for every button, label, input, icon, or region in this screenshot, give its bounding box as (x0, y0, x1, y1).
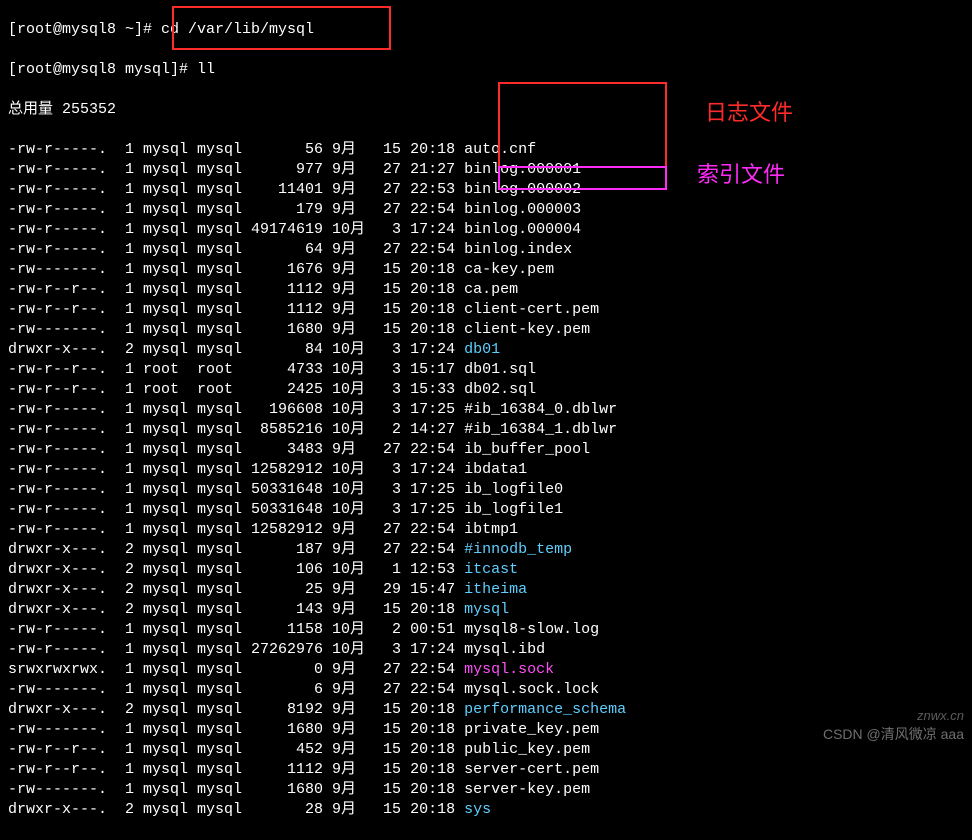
file-name: ca.pem (464, 281, 518, 298)
file-row: -rw-r-----. 1 mysql mysql 49174619 10月 3… (8, 220, 964, 240)
file-name: itcast (464, 561, 518, 578)
file-name: db01.sql (464, 361, 536, 378)
file-row: -rw-r-----. 1 mysql mysql 50331648 10月 3… (8, 500, 964, 520)
file-row: -rw-------. 1 mysql mysql 1680 9月 15 20:… (8, 720, 964, 740)
file-name: #innodb_temp (464, 541, 572, 558)
file-row: drwxr-x---. 2 mysql mysql 28 9月 15 20:18… (8, 800, 964, 820)
file-name: itheima (464, 581, 527, 598)
file-name: sys (464, 801, 491, 818)
file-row: -rw-r-----. 1 mysql mysql 50331648 10月 3… (8, 480, 964, 500)
file-name: ca-key.pem (464, 261, 554, 278)
file-name: mysql.sock.lock (464, 681, 599, 698)
file-name: db02.sql (464, 381, 536, 398)
file-row: drwxr-x---. 2 mysql mysql 84 10月 3 17:24… (8, 340, 964, 360)
file-row: -rw-------. 1 mysql mysql 1680 9月 15 20:… (8, 780, 964, 800)
file-row: -rw-r-----. 1 mysql mysql 977 9月 27 21:2… (8, 160, 964, 180)
file-row: -rw-r--r--. 1 mysql mysql 452 9月 15 20:1… (8, 740, 964, 760)
file-name: #ib_16384_1.dblwr (464, 421, 617, 438)
file-row: drwxr-x---. 2 mysql mysql 25 9月 29 15:47… (8, 580, 964, 600)
file-row: -rw-r-----. 1 mysql mysql 56 9月 15 20:18… (8, 140, 964, 160)
file-name: mysql.sock (464, 661, 554, 678)
prompt-line: [root@mysql8 ~]# cd /var/lib/mysql (8, 20, 964, 40)
file-name: ib_logfile0 (464, 481, 563, 498)
watermark-csdn: CSDN @清风微凉 aaa (823, 724, 964, 744)
file-name: binlog.000001 (464, 161, 581, 178)
file-name: auto.cnf (464, 141, 536, 158)
file-name: db01 (464, 341, 500, 358)
file-name: mysql (464, 601, 509, 618)
file-name: ibdata1 (464, 461, 527, 478)
file-name: server-key.pem (464, 781, 590, 798)
file-row: -rw-------. 1 mysql mysql 1676 9月 15 20:… (8, 260, 964, 280)
file-row: -rw-r-----. 1 mysql mysql 11401 9月 27 22… (8, 180, 964, 200)
file-row: -rw-------. 1 mysql mysql 6 9月 27 22:54 … (8, 680, 964, 700)
file-name: binlog.000004 (464, 221, 581, 238)
terminal-output[interactable]: [root@mysql8 ~]# cd /var/lib/mysql [root… (0, 0, 972, 840)
file-row: -rw-r--r--. 1 root root 4733 10月 3 15:17… (8, 360, 964, 380)
file-name: client-key.pem (464, 321, 590, 338)
file-name: ib_buffer_pool (464, 441, 590, 458)
file-name: #ib_16384_0.dblwr (464, 401, 617, 418)
prompt-line: [root@mysql8 mysql]# ll (8, 60, 964, 80)
file-row: -rw-r-----. 1 mysql mysql 3483 9月 27 22:… (8, 440, 964, 460)
file-name: server-cert.pem (464, 761, 599, 778)
file-row: -rw-r-----. 1 mysql mysql 27262976 10月 3… (8, 640, 964, 660)
file-row: -rw-------. 1 mysql mysql 1680 9月 15 20:… (8, 320, 964, 340)
file-name: client-cert.pem (464, 301, 599, 318)
file-row: -rw-r-----. 1 mysql mysql 64 9月 27 22:54… (8, 240, 964, 260)
file-row: -rw-r--r--. 1 mysql mysql 1112 9月 15 20:… (8, 760, 964, 780)
file-row: -rw-r-----. 1 mysql mysql 12582912 10月 3… (8, 460, 964, 480)
watermark-site: znwx.cn (917, 706, 964, 726)
total-line: 总用量 255352 (8, 100, 964, 120)
file-row: -rw-r--r--. 1 mysql mysql 1112 9月 15 20:… (8, 300, 964, 320)
file-name: mysql8-slow.log (464, 621, 599, 638)
file-name: binlog.index (464, 241, 572, 258)
file-row: -rw-r-----. 1 mysql mysql 196608 10月 3 1… (8, 400, 964, 420)
file-name: mysql.ibd (464, 641, 545, 658)
file-name: binlog.000003 (464, 201, 581, 218)
file-row: -rw-r-----. 1 mysql mysql 179 9月 27 22:5… (8, 200, 964, 220)
file-row: drwxr-x---. 2 mysql mysql 106 10月 1 12:5… (8, 560, 964, 580)
file-row: -rw-r-----. 1 mysql mysql 8585216 10月 2 … (8, 420, 964, 440)
file-row: srwxrwxrwx. 1 mysql mysql 0 9月 27 22:54 … (8, 660, 964, 680)
file-name: ib_logfile1 (464, 501, 563, 518)
file-row: -rw-r--r--. 1 root root 2425 10月 3 15:33… (8, 380, 964, 400)
file-row: -rw-r-----. 1 mysql mysql 1158 10月 2 00:… (8, 620, 964, 640)
file-name: binlog.000002 (464, 181, 581, 198)
file-row: -rw-r--r--. 1 mysql mysql 1112 9月 15 20:… (8, 280, 964, 300)
file-row: drwxr-x---. 2 mysql mysql 187 9月 27 22:5… (8, 540, 964, 560)
file-row: -rw-r-----. 1 mysql mysql 12582912 9月 27… (8, 520, 964, 540)
file-name: performance_schema (464, 701, 626, 718)
file-row: drwxr-x---. 2 mysql mysql 143 9月 15 20:1… (8, 600, 964, 620)
file-name: private_key.pem (464, 721, 599, 738)
file-row: drwxr-x---. 2 mysql mysql 8192 9月 15 20:… (8, 700, 964, 720)
file-name: ibtmp1 (464, 521, 518, 538)
